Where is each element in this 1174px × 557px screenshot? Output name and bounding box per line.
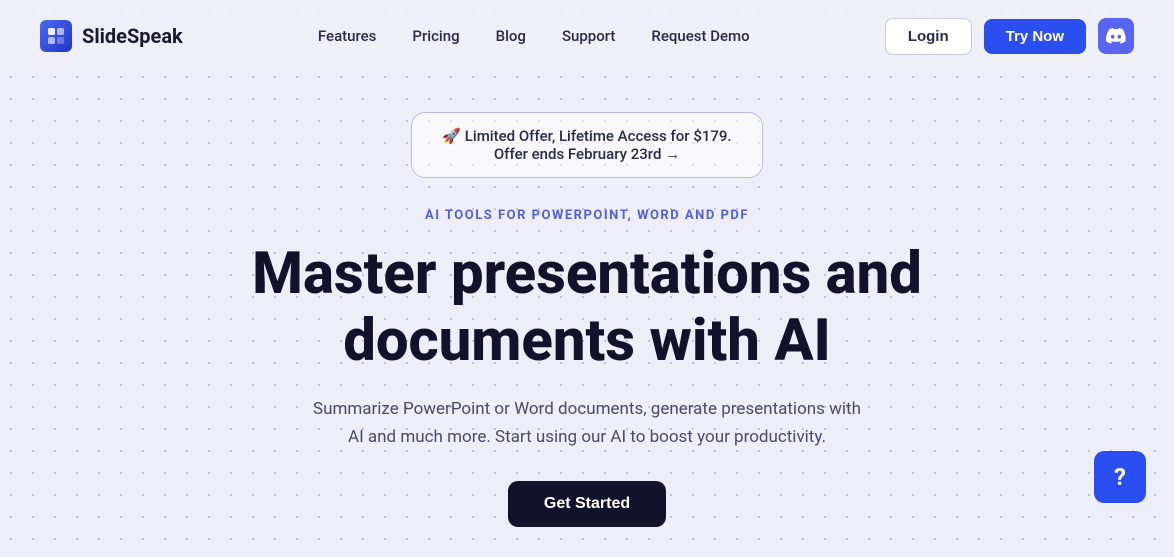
- hero-heading-line2: documents with AI: [343, 307, 831, 375]
- navbar-logo-area: SlideSpeak: [40, 20, 183, 52]
- nav-features[interactable]: Features: [318, 27, 376, 45]
- hero-heading-line1: Master presentations and: [252, 240, 922, 308]
- discord-button[interactable]: [1098, 18, 1134, 54]
- offer-line2: Offer ends February 23rd →: [442, 145, 731, 163]
- help-button[interactable]: ?: [1094, 451, 1146, 503]
- navbar-actions: Login Try Now: [885, 18, 1134, 55]
- logo-icon: [40, 20, 72, 52]
- login-button[interactable]: Login: [885, 18, 972, 55]
- nav-support[interactable]: Support: [562, 27, 615, 45]
- brand-name: SlideSpeak: [82, 24, 183, 48]
- offer-line1: 🚀 Limited Offer, Lifetime Access for $17…: [442, 127, 731, 145]
- hero-description: Summarize PowerPoint or Word documents, …: [307, 396, 867, 450]
- navbar-links: Features Pricing Blog Support Request De…: [318, 27, 750, 45]
- cta-button[interactable]: Get Started: [508, 481, 666, 527]
- hero-heading: Master presentations and documents with …: [252, 241, 922, 374]
- hero-subtitle: AI TOOLS FOR POWERPOINT, WORD AND PDF: [425, 208, 749, 223]
- nav-request-demo[interactable]: Request Demo: [651, 27, 749, 45]
- offer-banner[interactable]: 🚀 Limited Offer, Lifetime Access for $17…: [411, 112, 762, 178]
- try-now-button[interactable]: Try Now: [984, 19, 1086, 54]
- nav-blog[interactable]: Blog: [496, 27, 526, 45]
- help-icon: ?: [1114, 463, 1126, 491]
- navbar: SlideSpeak Features Pricing Blog Support…: [0, 0, 1174, 72]
- nav-pricing[interactable]: Pricing: [412, 27, 459, 45]
- hero-section: 🚀 Limited Offer, Lifetime Access for $17…: [0, 72, 1174, 557]
